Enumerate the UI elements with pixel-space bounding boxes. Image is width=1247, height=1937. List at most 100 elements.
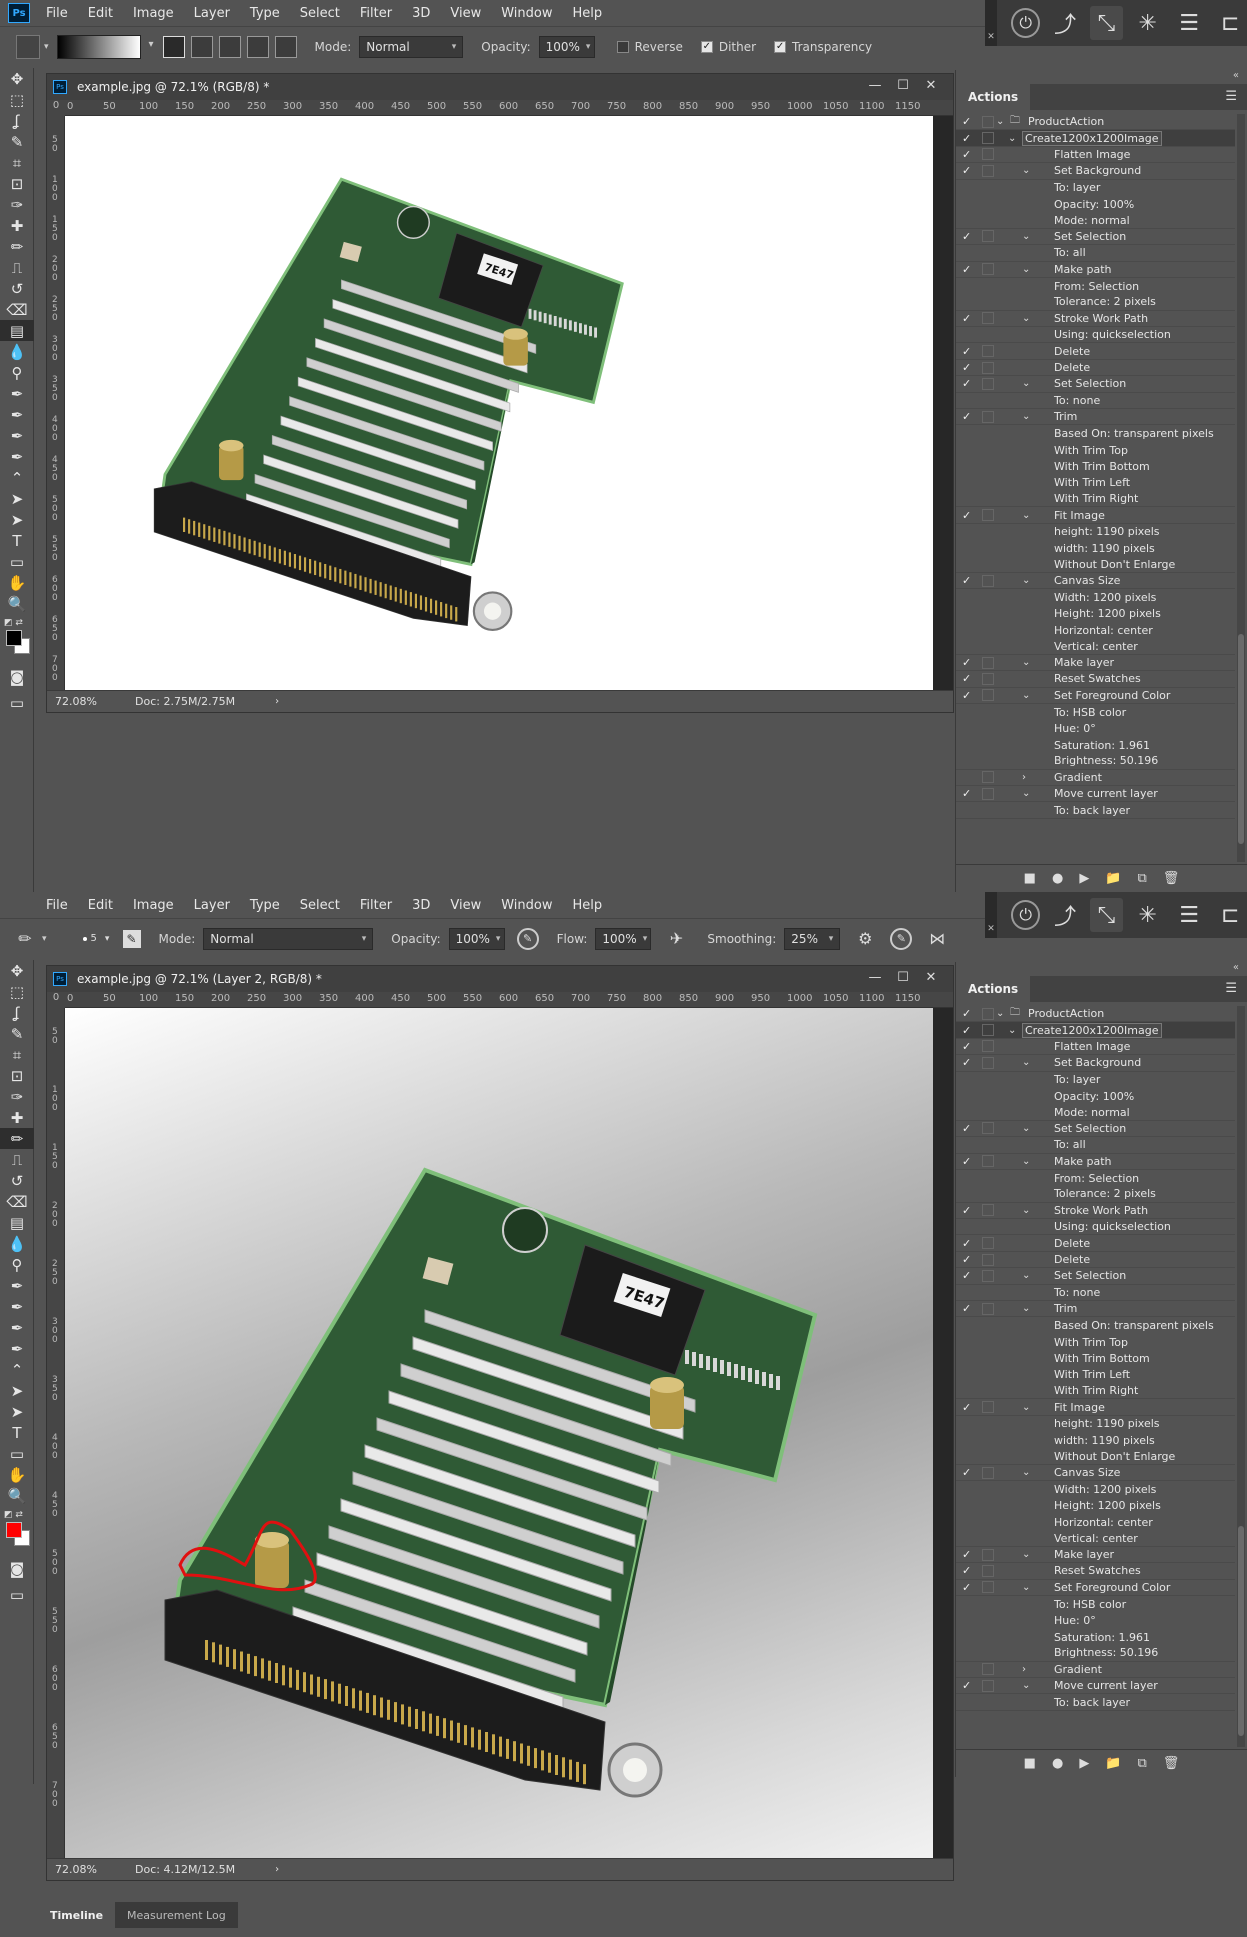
chevron-right-icon[interactable]: › [275,696,279,707]
action-detail-row[interactable]: Width: 1200 pixels [956,1481,1235,1497]
play-icon[interactable]: ▶ [1079,1756,1089,1771]
record-icon[interactable]: ● [1052,1756,1063,1771]
menu-3d[interactable]: 3D [412,6,430,21]
stop-icon[interactable]: ■ [1024,1756,1036,1771]
freeform-pen-tool-icon[interactable]: ✒ [0,1296,34,1317]
type-tool-icon[interactable]: T [0,1422,34,1443]
dither-checkbox[interactable]: ✓ Dither [700,40,756,54]
path-select-tool-icon[interactable]: ➤ [0,1380,34,1401]
curvature-pen-tool-icon[interactable]: ✒ [0,425,34,446]
zoom-tool-icon[interactable]: 🔍 [0,1485,34,1506]
chevron-down-icon[interactable]: ⌄ [996,116,1004,127]
quick-mask-icon[interactable]: ◙ [0,1556,34,1582]
action-row[interactable]: ✓ Reset Swatches [956,1563,1235,1580]
menu-file[interactable]: File [46,6,68,21]
brush-preset-picker[interactable]: 5 ▾ [65,924,119,954]
chevron-down-icon[interactable]: ⌄ [1022,657,1030,668]
screen-mode-icon[interactable]: ▭ [0,690,34,716]
chevron-down-icon[interactable]: ⌄ [1022,313,1030,324]
action-detail-row[interactable]: Without Don't Enlarge [956,1449,1235,1465]
chevron-down-icon[interactable]: ⌄ [1022,1205,1030,1216]
brush-icon[interactable]: ✏ [12,926,38,952]
quick-select-tool-icon[interactable]: ✎ [0,131,34,152]
marquee-tool-icon[interactable]: ⬚ [0,89,34,110]
gradient-picker[interactable] [56,34,154,59]
dialog-toggle[interactable] [982,1040,994,1053]
chevron-down-icon[interactable]: ⌄ [1022,378,1030,389]
mode-select[interactable]: Normal ▾ [359,35,464,58]
scrollbar[interactable] [1237,114,1245,862]
new-action-icon[interactable]: ⧉ [1138,1756,1147,1771]
dialog-toggle[interactable] [982,1581,994,1594]
action-row[interactable]: ✓ ⌄ Set Foreground Color [956,1580,1235,1597]
action-row[interactable]: ✓ ⌄ Stroke Work Path [956,1203,1235,1220]
tab-actions[interactable]: Actions [956,84,1031,110]
toggle-check-icon[interactable]: ✓ [962,656,976,669]
zoom-level[interactable]: 72.08% [47,1863,127,1876]
toggle-check-icon[interactable]: ✓ [962,1466,976,1479]
anchor-point-tool-icon[interactable]: ✒ [0,1338,34,1359]
action-detail-row[interactable]: Using: quickselection [956,327,1235,344]
airbrush-icon[interactable]: ✈ [663,926,689,952]
dialog-toggle[interactable] [982,361,994,374]
action-detail-row[interactable]: To: none [956,1285,1235,1302]
menu-help[interactable]: Help [573,898,603,913]
chevron-right-icon[interactable]: › [1022,1664,1026,1675]
vertical-ruler[interactable]: 5 0 1 0 0 1 5 0 2 0 0 2 5 0 3 0 0 3 5 0 4 0 0 4 … [47,116,65,690]
default-colors-icon[interactable]: ◩ ⇄ [4,1510,23,1520]
toggle-check-icon[interactable]: ✓ [962,1155,976,1168]
symmetry-icon[interactable]: ⋈ [924,926,950,952]
chevron-down-icon[interactable]: ⌄ [1008,133,1016,144]
document-tab[interactable]: Ps example.jpg @ 72.1% (Layer 2, RGB/8) … [47,966,953,992]
dialog-toggle[interactable] [982,689,994,702]
chevron-down-icon[interactable]: ⌄ [1022,510,1030,521]
ruler-origin[interactable]: 0 [47,100,65,116]
action-detail-row[interactable]: Based On: transparent pixels [956,425,1235,441]
action-row[interactable]: ✓ ⌄ Create1200x1200Image [956,1022,1235,1039]
curvature-pen-tool-icon[interactable]: ✒ [0,1317,34,1338]
action-row[interactable]: ✓ ⌄ Canvas Size [956,573,1235,590]
action-row[interactable]: ✓ Delete [956,360,1235,377]
toggle-check-icon[interactable]: ✓ [962,509,976,522]
eraser-tool-icon[interactable]: ⌫ [0,299,34,320]
toggle-check-icon[interactable]: ✓ [962,148,976,161]
crop-tool-icon[interactable]: ⌗ [0,152,34,173]
action-detail-row[interactable]: To: all [956,245,1235,262]
clone-stamp-tool-icon[interactable]: ⎍ [0,257,34,278]
panel-menu-icon[interactable]: ☰ [1225,89,1237,104]
chevron-down-icon[interactable]: ⌄ [1022,690,1030,701]
brush-settings-icon[interactable]: ✎ [122,929,141,948]
action-detail-row[interactable]: width: 1190 pixels [956,1432,1235,1448]
toggle-check-icon[interactable]: ✓ [962,574,976,587]
action-row[interactable]: ✓ ⌄ Make path [956,262,1235,278]
collapse-icon[interactable]: « [1233,962,1239,973]
action-detail-row[interactable]: With Trim Top [956,1334,1235,1350]
dialog-toggle[interactable] [982,1204,994,1217]
toggle-check-icon[interactable]: ✓ [962,1237,976,1250]
frame-panel-icon[interactable]: ⊏ [1214,6,1247,40]
trash-icon[interactable]: 🗑 [1163,1756,1180,1771]
dialog-toggle[interactable] [982,1564,994,1577]
tab-timeline[interactable]: Timeline [38,1902,116,1928]
menu-edit[interactable]: Edit [88,6,113,21]
crop-tool-icon[interactable]: ⌗ [0,1044,34,1065]
dialog-toggle[interactable] [982,1237,994,1250]
dialog-toggle[interactable] [982,1253,994,1266]
dialog-toggle[interactable] [982,345,994,358]
action-detail-row[interactable]: Hue: 0° [956,720,1235,736]
direct-select-tool-icon[interactable]: ➤ [0,1401,34,1422]
dialog-toggle[interactable] [982,1007,994,1020]
freeform-pen-tool-icon[interactable]: ✒ [0,404,34,425]
dialog-toggle[interactable] [982,312,994,325]
dialog-toggle[interactable] [982,574,994,587]
hand-tool-icon[interactable]: ✋ [0,1464,34,1485]
pressure-size-icon[interactable]: ✎ [890,927,913,950]
dialog-toggle[interactable] [982,263,994,276]
action-row[interactable]: ✓ ⌄ Fit Image [956,1399,1235,1416]
action-detail-row[interactable]: Opacity: 100% [956,196,1235,212]
toggle-check-icon[interactable]: ✓ [962,1548,976,1561]
dialog-toggle[interactable] [982,132,994,145]
action-detail-row[interactable]: Mode: normal [956,212,1235,229]
action-detail-row[interactable]: With Trim Top [956,442,1235,458]
toggle-check-icon[interactable]: ✓ [962,1040,976,1053]
